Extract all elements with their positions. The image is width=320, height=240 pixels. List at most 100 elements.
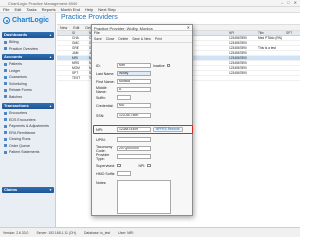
dialog-close-icon[interactable]: ✕ <box>187 25 190 30</box>
logo: ChartLogic <box>3 17 49 24</box>
dialog-save-button[interactable]: Save <box>94 36 102 42</box>
cell-title <box>257 41 285 45</box>
cell-id: MRI <box>72 56 78 60</box>
cell-npi <box>228 76 257 80</box>
status-server: Server: 192.168.1.11 (CH) <box>36 231 76 235</box>
id-label: ID: <box>96 63 101 68</box>
chevron-up-icon[interactable]: ▲ <box>49 32 52 38</box>
cell-id: GRE <box>72 46 79 50</box>
supervised-checkbox[interactable] <box>117 163 121 168</box>
chevron-down-icon[interactable]: ▼ <box>49 187 52 193</box>
form-icon <box>4 88 7 92</box>
cell-npi: 1234567890 <box>229 46 247 50</box>
sidebar-item-batches[interactable]: Batches <box>4 94 54 101</box>
remittance-icon <box>4 131 7 135</box>
cell-id: TEST <box>72 76 81 80</box>
taxonomy-field[interactable]: 207Q00000X <box>117 146 151 151</box>
menu-file[interactable]: File <box>3 7 9 12</box>
ssn-field[interactable]: 123-45-7890 <box>117 113 151 118</box>
chevron-up-icon[interactable]: ▲ <box>49 54 52 60</box>
cell-npi: 1234567890 <box>229 51 247 55</box>
sidebar-section-transactions[interactable]: Transactions ▲ <box>2 103 54 109</box>
cell-title <box>257 66 285 70</box>
dialog-print-button[interactable]: Print <box>155 36 162 42</box>
cell-id: CHA <box>72 36 79 40</box>
last-name-row: Last Name: Wolby <box>96 71 151 76</box>
column-header-title[interactable]: Title <box>257 31 285 35</box>
last-name-field[interactable]: Wolby <box>117 71 151 76</box>
close-icon[interactable]: ✕ <box>294 0 297 5</box>
user-icon <box>4 75 7 79</box>
payment-icon <box>4 124 7 128</box>
provider-type-select[interactable] <box>117 154 151 159</box>
first-name-field[interactable]: Monica <box>117 79 151 84</box>
supervisor-npi-checkbox[interactable] <box>147 163 151 168</box>
sidebar-item-label: Closing Runs <box>9 137 31 142</box>
sidebar-item-patient-statements[interactable]: Patient Statements <box>4 149 54 156</box>
dialog-delete-button[interactable]: Delete <box>118 36 128 42</box>
cell-npi: 1234567890 <box>229 61 247 65</box>
dialog-close-button[interactable]: Close <box>106 36 115 42</box>
sidebar-item-label: Practice Overview <box>9 46 38 51</box>
ssn-row: SSN: 123-45-7890 <box>96 113 151 118</box>
hmo-suffix-field[interactable] <box>117 171 131 176</box>
taxonomy-label: Taxonomy Code: <box>96 144 113 153</box>
dialog-save-new-button[interactable]: Save & New <box>132 36 151 42</box>
menu-tasks[interactable]: Tasks <box>26 7 36 12</box>
cell-title <box>257 61 285 65</box>
cell-title <box>257 51 285 55</box>
cell-npi: 1234567890 <box>229 71 247 75</box>
cell-title <box>257 76 285 80</box>
suffix-label: Suffix: <box>96 95 106 100</box>
sidebar-section-accounts[interactable]: Accounts ▲ <box>2 54 54 60</box>
cell-title: Med PTAtlo (RN) <box>258 36 283 40</box>
sidebar: ChartLogic Dashboards ▲ Billing Practice… <box>0 13 56 227</box>
column-header-spt[interactable]: SPT <box>285 31 300 35</box>
sidebar-item-practice-overview[interactable]: Practice Overview <box>4 46 54 53</box>
dialog-title-bar[interactable]: Practice Provider: Wolby, Monica ✕ <box>92 25 192 31</box>
supervisor-npi-label: NPI: <box>138 163 146 168</box>
credential-label: Credential: <box>96 103 114 108</box>
middle-name-field[interactable]: A <box>117 87 151 92</box>
inactive-checkbox[interactable] <box>166 63 171 68</box>
sidebar-item-label: Billing <box>9 40 19 45</box>
nppes-records-button[interactable]: NPPES Records <box>153 127 183 132</box>
column-header-npi[interactable]: NPI <box>228 31 257 35</box>
sidebar-item-label: Guarantors <box>9 75 27 80</box>
maximize-icon[interactable]: □ <box>287 0 289 5</box>
upin-field[interactable] <box>117 137 151 142</box>
menu-edit[interactable]: Edit <box>14 7 21 12</box>
provider-type-row: Provider Type: <box>96 153 151 161</box>
notes-textarea[interactable] <box>117 180 171 214</box>
queue-icon <box>4 144 7 148</box>
section-title: Accounts <box>4 54 23 59</box>
status-bar: Version: 2.6.33.0 Server: 192.168.1.11 (… <box>0 227 300 237</box>
credential-field[interactable]: MD <box>117 103 151 108</box>
menu-help[interactable]: Help <box>85 7 93 12</box>
npi-field[interactable]: 1234874309 <box>117 127 151 132</box>
calendar-icon <box>4 82 7 86</box>
window-controls: – □ ✕ <box>281 0 297 5</box>
logo-mark-icon <box>3 17 10 24</box>
column-header-id[interactable]: ID <box>71 31 88 35</box>
suffix-field[interactable] <box>117 95 131 100</box>
cell-npi: 1234567890 <box>229 36 247 40</box>
sidebar-item-label: Encounters <box>9 111 28 116</box>
edit-button[interactable]: Edit <box>73 25 79 30</box>
new-button[interactable]: New <box>60 25 67 30</box>
minimize-icon[interactable]: – <box>281 0 283 5</box>
sidebar-section-claims[interactable]: Claims ▼ <box>2 187 54 193</box>
ledger-icon <box>4 69 7 73</box>
closing-icon <box>4 137 7 141</box>
chevron-up-icon[interactable]: ▲ <box>49 103 52 109</box>
sidebar-item-label: Ledger <box>9 68 21 73</box>
cell-id: MRS <box>72 61 80 65</box>
sidebar-item-label: Patient Statements <box>9 150 40 155</box>
menu-next-step[interactable]: Next Step <box>98 7 116 12</box>
id-field[interactable]: MRI <box>117 63 151 68</box>
sidebar-section-dashboards[interactable]: Dashboards ▲ <box>2 32 54 38</box>
menu-reports[interactable]: Reports <box>42 7 56 12</box>
menu-month-end[interactable]: Month End <box>61 7 80 12</box>
middle-name-label: Middle Name: <box>96 85 107 94</box>
column-header[interactable] <box>57 31 71 35</box>
